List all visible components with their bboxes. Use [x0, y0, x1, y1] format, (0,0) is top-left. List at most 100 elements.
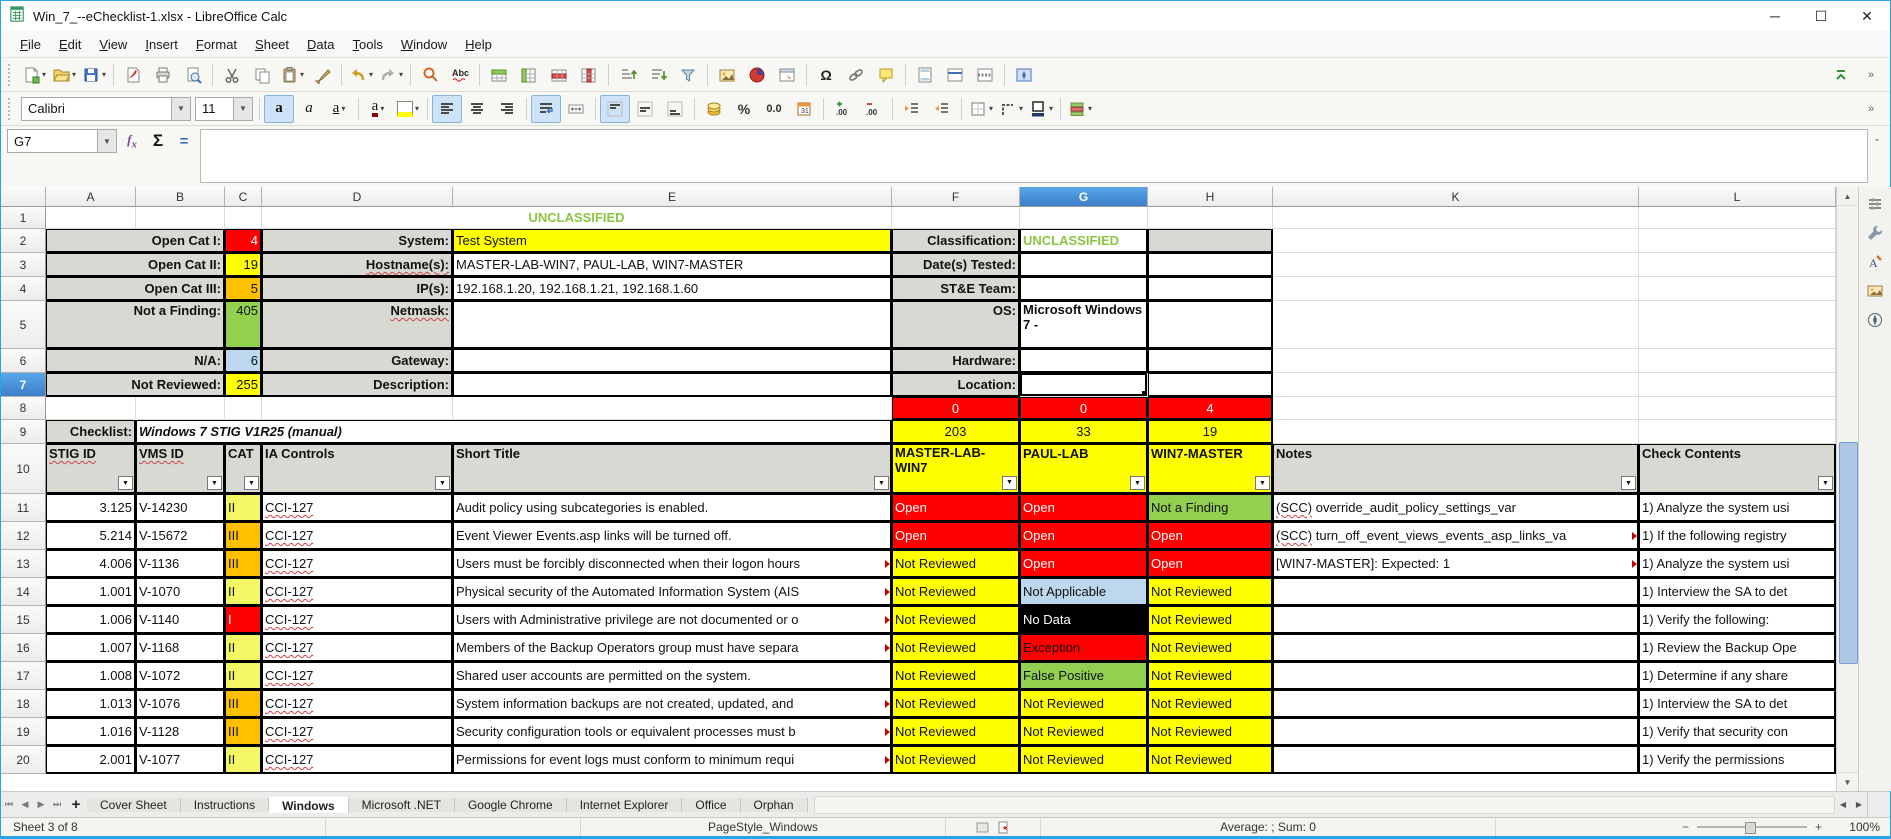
- cell-K14[interactable]: [1273, 578, 1639, 606]
- cell-F2[interactable]: Classification:: [892, 229, 1020, 253]
- next-sheet-icon[interactable]: ▶: [33, 792, 49, 817]
- autofilter-dropdown-G10[interactable]: ▼: [1130, 476, 1145, 490]
- cell-H17[interactable]: Not Reviewed: [1148, 662, 1273, 690]
- scroll-left-icon[interactable]: ◀: [1835, 797, 1851, 813]
- cell-E15[interactable]: Users with Administrative privilege are …: [453, 606, 892, 634]
- cell-G17[interactable]: False Positive: [1020, 662, 1148, 690]
- menu-data[interactable]: Data: [298, 34, 343, 55]
- cell-A20[interactable]: 2.001: [46, 746, 136, 774]
- cell-A11[interactable]: 3.125: [46, 494, 136, 522]
- new-button[interactable]: ▾: [19, 61, 49, 89]
- cell-C20[interactable]: II: [225, 746, 262, 774]
- column-header-H[interactable]: H: [1148, 187, 1273, 207]
- font-color-button[interactable]: a▾: [363, 95, 393, 123]
- row-header-12[interactable]: 12: [1, 522, 46, 550]
- cell-G8[interactable]: 0: [1020, 397, 1148, 420]
- cell-C10[interactable]: CAT▼: [225, 444, 262, 494]
- menu-tools[interactable]: Tools: [344, 34, 392, 55]
- maximize-button[interactable]: ☐: [1798, 1, 1844, 31]
- cell-K3[interactable]: [1273, 253, 1639, 277]
- special-character-button[interactable]: Ω: [811, 61, 841, 89]
- autofilter-dropdown-B10[interactable]: ▼: [207, 476, 222, 490]
- chevron-down-icon[interactable]: ▼: [233, 98, 252, 120]
- border-style-button[interactable]: ▾: [996, 95, 1026, 123]
- open-button[interactable]: ▾: [49, 61, 79, 89]
- cell-D8[interactable]: [262, 397, 453, 420]
- sheet-tab-windows[interactable]: Windows: [269, 797, 349, 813]
- print-button[interactable]: [148, 61, 178, 89]
- spelling-button[interactable]: Abc: [445, 61, 475, 89]
- cell-C18[interactable]: III: [225, 690, 262, 718]
- cell-C14[interactable]: II: [225, 578, 262, 606]
- row-header-13[interactable]: 13: [1, 550, 46, 578]
- horizontal-scrollbar-thumb[interactable]: [814, 796, 1835, 814]
- increase-indent-button[interactable]: [897, 95, 927, 123]
- border-color-button[interactable]: ▾: [1026, 95, 1056, 123]
- align-left-button[interactable]: [432, 95, 462, 123]
- column-header-E[interactable]: E: [453, 187, 892, 207]
- cell-G11[interactable]: Open: [1020, 494, 1148, 522]
- cell-E5[interactable]: [453, 301, 892, 349]
- zoom-out-icon[interactable]: −: [1682, 820, 1689, 834]
- cell-H14[interactable]: Not Reviewed: [1148, 578, 1273, 606]
- cell-L12[interactable]: 1) If the following registry: [1639, 522, 1836, 550]
- cell-L15[interactable]: 1) Verify the following:: [1639, 606, 1836, 634]
- cell-D20[interactable]: CCI-127: [262, 746, 453, 774]
- cell-B11[interactable]: V-14230: [136, 494, 225, 522]
- sort-descending-button[interactable]: [643, 61, 673, 89]
- menu-edit[interactable]: Edit: [50, 34, 90, 55]
- cell-D18[interactable]: CCI-127: [262, 690, 453, 718]
- cell-H6[interactable]: [1148, 349, 1273, 373]
- column-header-K[interactable]: K: [1273, 187, 1639, 207]
- borders-button[interactable]: ▾: [966, 95, 996, 123]
- menu-view[interactable]: View: [90, 34, 136, 55]
- cell-G6[interactable]: [1020, 349, 1148, 373]
- insert-column-button[interactable]: [514, 61, 544, 89]
- cell-D5[interactable]: Netmask:: [262, 301, 453, 349]
- cell-G14[interactable]: Not Applicable: [1020, 578, 1148, 606]
- chevron-down-icon[interactable]: ▼: [171, 98, 190, 120]
- cell-F11[interactable]: Open: [892, 494, 1020, 522]
- cell-D7[interactable]: Description:: [262, 373, 453, 397]
- cell-K9[interactable]: [1273, 420, 1639, 444]
- cell-L7[interactable]: [1639, 373, 1836, 397]
- column-header-F[interactable]: F: [892, 187, 1020, 207]
- cell-F13[interactable]: Not Reviewed: [892, 550, 1020, 578]
- page-style-status[interactable]: PageStyle_Windows: [581, 818, 946, 836]
- cell-E12[interactable]: Event Viewer Events.asp links will be tu…: [453, 522, 892, 550]
- insert-image-button[interactable]: [712, 61, 742, 89]
- cell-C6[interactable]: 6: [225, 349, 262, 373]
- cell-C3[interactable]: 19: [225, 253, 262, 277]
- menu-window[interactable]: Window: [392, 34, 456, 55]
- sidebar-settings-icon[interactable]: [1862, 191, 1888, 217]
- cell-A12[interactable]: 5.214: [46, 522, 136, 550]
- cell-A9[interactable]: Checklist:: [46, 420, 136, 444]
- cell-L6[interactable]: [1639, 349, 1836, 373]
- cell-K11[interactable]: (SCC) override_audit_policy_settings_var: [1273, 494, 1639, 522]
- decrease-indent-button[interactable]: [927, 95, 957, 123]
- cell-D10[interactable]: IA Controls▼: [262, 444, 453, 494]
- cell-A8[interactable]: [46, 397, 136, 420]
- cell-A6[interactable]: N/A:: [46, 349, 225, 373]
- row-header-15[interactable]: 15: [1, 606, 46, 634]
- clone-formatting-button[interactable]: [307, 61, 337, 89]
- cell-G9[interactable]: 33: [1020, 420, 1148, 444]
- name-box[interactable]: G7 ▼: [7, 129, 117, 153]
- prev-sheet-icon[interactable]: ◀: [17, 792, 33, 817]
- autofilter-dropdown-K10[interactable]: ▼: [1621, 476, 1636, 490]
- delete-row-button[interactable]: [544, 61, 574, 89]
- cell-G7[interactable]: [1020, 373, 1148, 397]
- cell-A7[interactable]: Not Reviewed:: [46, 373, 225, 397]
- sheet-tab-microsoft-net[interactable]: Microsoft .NET: [349, 798, 455, 812]
- cell-C11[interactable]: II: [225, 494, 262, 522]
- italic-button[interactable]: a: [294, 95, 324, 123]
- cell-D15[interactable]: CCI-127: [262, 606, 453, 634]
- cell-F7[interactable]: Location:: [892, 373, 1020, 397]
- toolbar-overflow-button[interactable]: [1826, 61, 1856, 89]
- cell-H10[interactable]: WIN7-MASTER▼: [1148, 444, 1273, 494]
- cell-D14[interactable]: CCI-127: [262, 578, 453, 606]
- cell-L18[interactable]: 1) Interview the SA to det: [1639, 690, 1836, 718]
- cell-F3[interactable]: Date(s) Tested:: [892, 253, 1020, 277]
- copy-button[interactable]: [247, 61, 277, 89]
- split-window-button[interactable]: [970, 61, 1000, 89]
